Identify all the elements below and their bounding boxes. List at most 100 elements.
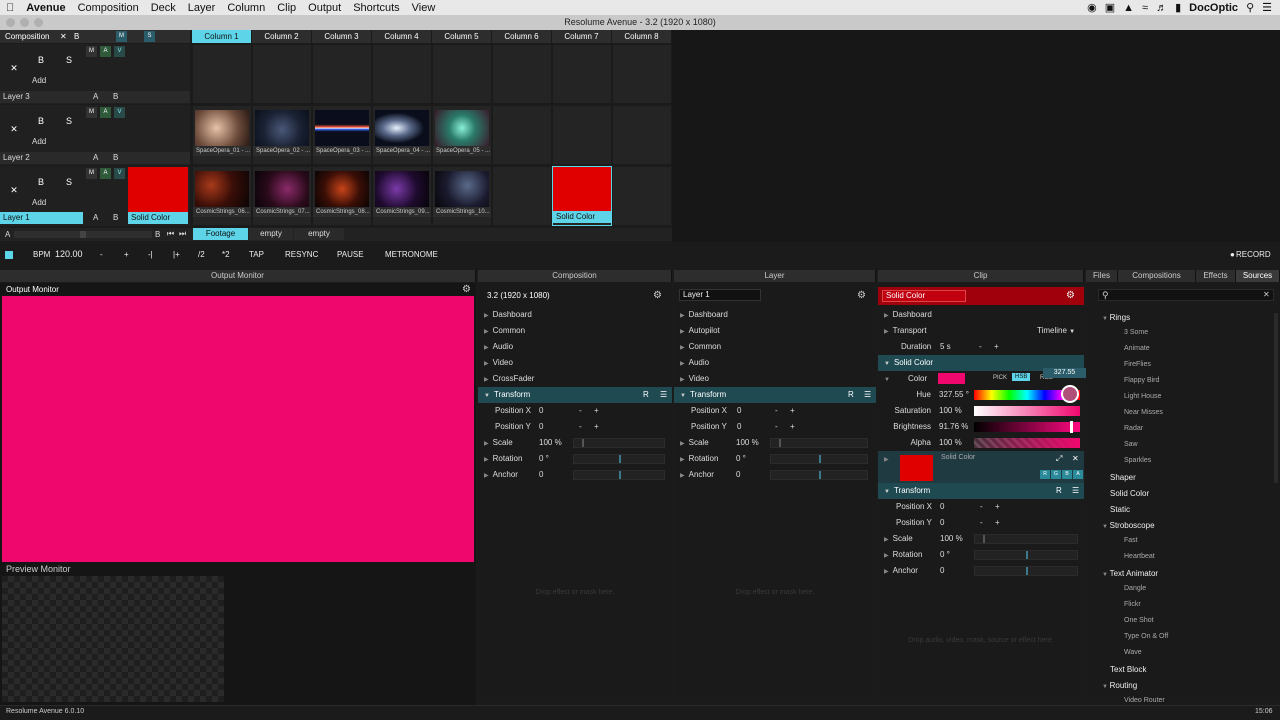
- layer-1-name-bar[interactable]: Layer 1: [0, 212, 83, 224]
- comp-posx-minus[interactable]: -: [579, 403, 582, 419]
- expand-source-icon[interactable]: ⤢: [1056, 454, 1062, 464]
- layer-anchor-slider[interactable]: [770, 470, 868, 480]
- clip-thumbnail[interactable]: Solid Color: [552, 166, 612, 226]
- composition-close-icon[interactable]: ✕: [60, 32, 67, 41]
- clip-thumbnail[interactable]: SpaceOpera_04 - ...: [372, 105, 432, 165]
- remove-source-icon[interactable]: ✕: [1072, 454, 1079, 463]
- source-item[interactable]: Flappy Bird: [1124, 377, 1159, 384]
- deck-tab-empty-2[interactable]: empty: [294, 228, 344, 240]
- composition-bypass-button[interactable]: B: [74, 32, 79, 41]
- menu-app[interactable]: Avenue: [20, 2, 71, 14]
- slider-handle[interactable]: [983, 535, 985, 543]
- menu-user[interactable]: DocOptic: [1189, 2, 1238, 14]
- transform-menu-icon[interactable]: ☰: [864, 387, 871, 403]
- timeline-dropdown[interactable]: Timeline ▼: [1037, 323, 1075, 340]
- layer-2-solo-button[interactable]: S: [61, 113, 77, 129]
- nudge-forward-button[interactable]: |+: [173, 250, 180, 259]
- clip-slot[interactable]: [552, 105, 612, 165]
- hsb-tab[interactable]: HSB: [1012, 373, 1031, 381]
- clip-slot[interactable]: [612, 44, 672, 104]
- layer-2-clear-icon[interactable]: ✕: [6, 121, 22, 137]
- clip-posx-plus[interactable]: +: [995, 499, 1000, 515]
- comp-section-crossfader[interactable]: ▶ CrossFader: [478, 371, 672, 387]
- composition-gear-icon[interactable]: ⚙: [653, 290, 662, 301]
- transform-reset-button[interactable]: R: [1056, 483, 1062, 499]
- brightness-slider-handle[interactable]: [1069, 421, 1073, 433]
- menu-deck[interactable]: Deck: [145, 2, 182, 14]
- layer-gear-icon[interactable]: ⚙: [857, 290, 866, 301]
- clip-posy-minus[interactable]: -: [980, 515, 983, 531]
- tab-effects[interactable]: Effects: [1196, 270, 1236, 282]
- clip-anchor-slider[interactable]: [974, 566, 1078, 576]
- channel-r-button[interactable]: R: [1040, 470, 1050, 479]
- layer-1-a-button[interactable]: A: [100, 168, 111, 179]
- comp-section-transform[interactable]: ▼ Transform R ☰: [478, 387, 672, 403]
- layer-section-transform[interactable]: ▼ Transform R ☰: [674, 387, 876, 403]
- transform-menu-icon[interactable]: ☰: [660, 387, 667, 403]
- clip-thumbnail[interactable]: SpaceOpera_05 - ...: [432, 105, 492, 165]
- composition-label[interactable]: Composition: [5, 32, 49, 41]
- source-item[interactable]: Video Router: [1124, 697, 1165, 704]
- column-header-6[interactable]: Column 6: [492, 30, 552, 43]
- layer-3-name-bar[interactable]: Layer 3 A B: [0, 91, 190, 103]
- layer-posx-plus[interactable]: +: [790, 403, 795, 419]
- source-tree-group[interactable]: ▼ Text Animator: [1102, 569, 1158, 578]
- clip-thumbnail[interactable]: CosmicStrings_07...: [252, 166, 312, 226]
- layer-3-a-button[interactable]: A: [100, 46, 111, 57]
- layer-3-crossfader-a[interactable]: A: [93, 91, 98, 103]
- volume-icon[interactable]: ♬: [1156, 2, 1167, 14]
- comp-posy-minus[interactable]: -: [579, 419, 582, 435]
- layer-2-v-button[interactable]: V: [114, 107, 125, 118]
- bpm-decrease-button[interactable]: -: [100, 250, 103, 259]
- layer-2-name-bar[interactable]: Layer 2 A B: [0, 152, 190, 164]
- pause-button[interactable]: PAUSE: [337, 250, 364, 259]
- layer-rotation-slider[interactable]: [770, 454, 868, 464]
- comp-section-common[interactable]: ▶ Common: [478, 323, 672, 339]
- clip-scale-slider[interactable]: [974, 534, 1078, 544]
- layer-1-solo-button[interactable]: S: [61, 174, 77, 190]
- clip-rotation-value[interactable]: 0 °: [940, 547, 950, 563]
- layer-2-crossfader-b[interactable]: B: [113, 152, 118, 164]
- clip-rotation-slider[interactable]: [974, 550, 1078, 560]
- layer-2-m-button[interactable]: M: [86, 107, 97, 118]
- layer-3-clear-icon[interactable]: ✕: [6, 60, 22, 76]
- comp-anchor-value[interactable]: 0: [539, 467, 543, 483]
- layer-posy-minus[interactable]: -: [775, 419, 778, 435]
- clip-thumbnail[interactable]: SpaceOpera_02 - ...: [252, 105, 312, 165]
- channel-a-button[interactable]: A: [1073, 470, 1083, 479]
- clip-thumbnail[interactable]: CosmicStrings_09...: [372, 166, 432, 226]
- layer-3-v-button[interactable]: V: [114, 46, 125, 57]
- deck-tab-empty-1[interactable]: empty: [249, 228, 293, 240]
- clip-section-transport[interactable]: ▶ Transport Timeline ▼: [878, 323, 1084, 339]
- transform-reset-button[interactable]: R: [643, 387, 649, 403]
- comp-scale-slider[interactable]: [573, 438, 665, 448]
- record-status-icon[interactable]: ◉: [1087, 1, 1097, 14]
- layer-3-bypass-button[interactable]: B: [33, 52, 49, 68]
- comp-rotation-slider[interactable]: [573, 454, 665, 464]
- skip-forward-icon[interactable]: ⏭: [179, 229, 186, 239]
- clip-slot[interactable]: [612, 105, 672, 165]
- layer-1-crossfader-b[interactable]: B: [113, 213, 118, 222]
- alpha-value[interactable]: 100 %: [939, 435, 962, 451]
- spotlight-icon[interactable]: ⚲: [1246, 1, 1254, 14]
- zoom-window-icon[interactable]: [34, 18, 43, 27]
- bpm-value[interactable]: 120.00: [55, 249, 83, 259]
- clip-thumbnail[interactable]: SpaceOpera_03 - ...: [312, 105, 372, 165]
- brightness-value[interactable]: 91.76 %: [939, 419, 968, 435]
- crossfader-handle[interactable]: [80, 231, 86, 238]
- pick-button[interactable]: PICK: [993, 375, 1007, 381]
- notification-icon[interactable]: ☰: [1262, 1, 1272, 14]
- tab-files[interactable]: Files: [1086, 270, 1118, 282]
- source-item[interactable]: Radar: [1124, 425, 1143, 432]
- clip-thumbnail[interactable]: CosmicStrings_10...: [432, 166, 492, 226]
- minimize-window-icon[interactable]: [20, 18, 29, 27]
- clip-slot[interactable]: [612, 166, 672, 226]
- channel-g-button[interactable]: G: [1051, 470, 1061, 479]
- metronome-button[interactable]: METRONOME: [385, 250, 438, 259]
- menu-clip[interactable]: Clip: [271, 2, 302, 14]
- menu-view[interactable]: View: [406, 2, 442, 14]
- source-tree-item[interactable]: Text Block: [1110, 665, 1146, 674]
- layer-3-add-button[interactable]: Add: [32, 76, 46, 85]
- source-item[interactable]: Saw: [1124, 441, 1138, 448]
- menu-output[interactable]: Output: [302, 2, 347, 14]
